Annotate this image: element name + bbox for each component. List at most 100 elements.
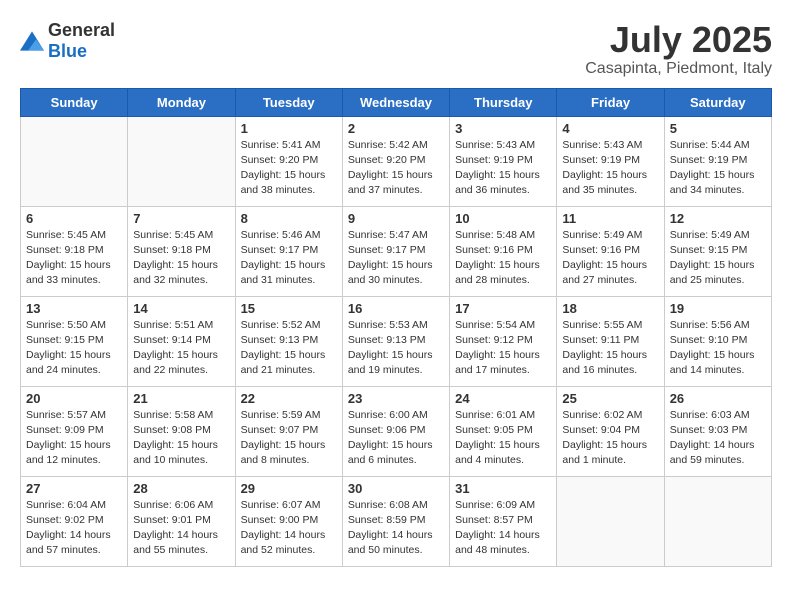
calendar-cell: 3 Sunrise: 5:43 AM Sunset: 9:19 PM Daylig…	[450, 116, 557, 206]
day-number: 31	[455, 481, 551, 496]
calendar-cell	[128, 116, 235, 206]
weekday-header-cell: Tuesday	[235, 88, 342, 116]
day-number: 18	[562, 301, 658, 316]
day-number: 19	[670, 301, 766, 316]
calendar-cell: 8Sunrise: 5:46 AM Sunset: 9:17 PM Daylig…	[235, 206, 342, 296]
calendar-cell: 7 Sunrise: 5:45 AM Sunset: 9:18 PM Daylig…	[128, 206, 235, 296]
weekday-header-cell: Thursday	[450, 88, 557, 116]
day-number: 23	[348, 391, 444, 406]
day-info: Sunrise: 5:45 AM Sunset: 9:18 PM Dayligh…	[26, 228, 122, 289]
day-number: 2	[348, 121, 444, 136]
day-info: Sunrise: 6:04 AM Sunset: 9:02 PM Dayligh…	[26, 498, 122, 559]
calendar-cell: 23 Sunrise: 6:00 AM Sunset: 9:06 PM Dayli…	[342, 386, 449, 476]
calendar-cell	[21, 116, 128, 206]
day-info: Sunrise: 6:01 AM Sunset: 9:05 PM Dayligh…	[455, 408, 551, 469]
location-title: Casapinta, Piedmont, Italy	[585, 60, 772, 78]
day-info: Sunrise: 6:08 AM Sunset: 8:59 PM Dayligh…	[348, 498, 444, 559]
day-info: Sunrise: 5:43 AM Sunset: 9:19 PM Dayligh…	[455, 138, 551, 199]
calendar-cell: 30Sunrise: 6:08 AM Sunset: 8:59 PM Dayli…	[342, 476, 449, 566]
calendar-cell: 28 Sunrise: 6:06 AM Sunset: 9:01 PM Dayli…	[128, 476, 235, 566]
day-info: Sunrise: 5:52 AM Sunset: 9:13 PM Dayligh…	[241, 318, 337, 379]
day-info: Sunrise: 5:41 AM Sunset: 9:20 PM Dayligh…	[241, 138, 337, 199]
calendar-cell: 24 Sunrise: 6:01 AM Sunset: 9:05 PM Dayli…	[450, 386, 557, 476]
day-info: Sunrise: 6:00 AM Sunset: 9:06 PM Dayligh…	[348, 408, 444, 469]
calendar-cell: 9 Sunrise: 5:47 AM Sunset: 9:17 PM Daylig…	[342, 206, 449, 296]
calendar-cell: 20 Sunrise: 5:57 AM Sunset: 9:09 PM Dayli…	[21, 386, 128, 476]
day-info: Sunrise: 5:46 AM Sunset: 9:17 PM Dayligh…	[241, 228, 337, 289]
logo-general: General	[48, 20, 115, 40]
calendar-cell: 18Sunrise: 5:55 AM Sunset: 9:11 PM Dayli…	[557, 296, 664, 386]
day-number: 7	[133, 211, 229, 226]
day-number: 9	[348, 211, 444, 226]
day-number: 3	[455, 121, 551, 136]
calendar-cell: 12 Sunrise: 5:49 AM Sunset: 9:15 PM Dayli…	[664, 206, 771, 296]
calendar-cell: 29 Sunrise: 6:07 AM Sunset: 9:00 PM Dayli…	[235, 476, 342, 566]
day-number: 16	[348, 301, 444, 316]
day-number: 24	[455, 391, 551, 406]
calendar-cell: 19 Sunrise: 5:56 AM Sunset: 9:10 PM Dayli…	[664, 296, 771, 386]
weekday-header-cell: Monday	[128, 88, 235, 116]
calendar-week-row: 6 Sunrise: 5:45 AM Sunset: 9:18 PM Daylig…	[21, 206, 772, 296]
calendar-cell: 6 Sunrise: 5:45 AM Sunset: 9:18 PM Daylig…	[21, 206, 128, 296]
calendar-week-row: 1 Sunrise: 5:41 AM Sunset: 9:20 PM Daylig…	[21, 116, 772, 206]
day-info: Sunrise: 5:49 AM Sunset: 9:15 PM Dayligh…	[670, 228, 766, 289]
logo-icon	[20, 31, 44, 51]
day-number: 27	[26, 481, 122, 496]
weekday-header-cell: Wednesday	[342, 88, 449, 116]
calendar-cell: 1 Sunrise: 5:41 AM Sunset: 9:20 PM Daylig…	[235, 116, 342, 206]
day-number: 4	[562, 121, 658, 136]
day-info: Sunrise: 5:56 AM Sunset: 9:10 PM Dayligh…	[670, 318, 766, 379]
day-number: 1	[241, 121, 337, 136]
day-info: Sunrise: 5:57 AM Sunset: 9:09 PM Dayligh…	[26, 408, 122, 469]
calendar-cell: 27 Sunrise: 6:04 AM Sunset: 9:02 PM Dayli…	[21, 476, 128, 566]
title-area: July 2025 Casapinta, Piedmont, Italy	[585, 20, 772, 78]
day-number: 13	[26, 301, 122, 316]
weekday-header-row: SundayMondayTuesdayWednesdayThursdayFrid…	[21, 88, 772, 116]
day-number: 21	[133, 391, 229, 406]
weekday-header-cell: Sunday	[21, 88, 128, 116]
day-info: Sunrise: 6:09 AM Sunset: 8:57 PM Dayligh…	[455, 498, 551, 559]
calendar-week-row: 27 Sunrise: 6:04 AM Sunset: 9:02 PM Dayli…	[21, 476, 772, 566]
day-info: Sunrise: 6:03 AM Sunset: 9:03 PM Dayligh…	[670, 408, 766, 469]
page-header: General Blue July 2025 Casapinta, Piedmo…	[20, 20, 772, 78]
calendar-cell	[557, 476, 664, 566]
day-number: 5	[670, 121, 766, 136]
weekday-header-cell: Saturday	[664, 88, 771, 116]
calendar-body: 1 Sunrise: 5:41 AM Sunset: 9:20 PM Daylig…	[21, 116, 772, 566]
calendar-cell: 10Sunrise: 5:48 AM Sunset: 9:16 PM Dayli…	[450, 206, 557, 296]
calendar-cell: 26 Sunrise: 6:03 AM Sunset: 9:03 PM Dayli…	[664, 386, 771, 476]
calendar-cell	[664, 476, 771, 566]
calendar-cell: 15 Sunrise: 5:52 AM Sunset: 9:13 PM Dayli…	[235, 296, 342, 386]
calendar-cell: 2 Sunrise: 5:42 AM Sunset: 9:20 PM Daylig…	[342, 116, 449, 206]
calendar-week-row: 20 Sunrise: 5:57 AM Sunset: 9:09 PM Dayli…	[21, 386, 772, 476]
calendar-cell: 14Sunrise: 5:51 AM Sunset: 9:14 PM Dayli…	[128, 296, 235, 386]
day-number: 20	[26, 391, 122, 406]
day-info: Sunrise: 5:58 AM Sunset: 9:08 PM Dayligh…	[133, 408, 229, 469]
day-number: 26	[670, 391, 766, 406]
day-number: 29	[241, 481, 337, 496]
day-number: 15	[241, 301, 337, 316]
day-info: Sunrise: 5:47 AM Sunset: 9:17 PM Dayligh…	[348, 228, 444, 289]
day-info: Sunrise: 5:44 AM Sunset: 9:19 PM Dayligh…	[670, 138, 766, 199]
calendar-week-row: 13Sunrise: 5:50 AM Sunset: 9:15 PM Dayli…	[21, 296, 772, 386]
day-number: 11	[562, 211, 658, 226]
day-info: Sunrise: 6:07 AM Sunset: 9:00 PM Dayligh…	[241, 498, 337, 559]
day-info: Sunrise: 5:54 AM Sunset: 9:12 PM Dayligh…	[455, 318, 551, 379]
day-info: Sunrise: 5:45 AM Sunset: 9:18 PM Dayligh…	[133, 228, 229, 289]
calendar-cell: 4Sunrise: 5:43 AM Sunset: 9:19 PM Daylig…	[557, 116, 664, 206]
calendar-cell: 25Sunrise: 6:02 AM Sunset: 9:04 PM Dayli…	[557, 386, 664, 476]
calendar-cell: 31 Sunrise: 6:09 AM Sunset: 8:57 PM Dayli…	[450, 476, 557, 566]
day-number: 12	[670, 211, 766, 226]
day-info: Sunrise: 6:06 AM Sunset: 9:01 PM Dayligh…	[133, 498, 229, 559]
day-info: Sunrise: 5:48 AM Sunset: 9:16 PM Dayligh…	[455, 228, 551, 289]
calendar-cell: 16Sunrise: 5:53 AM Sunset: 9:13 PM Dayli…	[342, 296, 449, 386]
logo: General Blue	[20, 20, 115, 62]
day-number: 28	[133, 481, 229, 496]
day-info: Sunrise: 5:42 AM Sunset: 9:20 PM Dayligh…	[348, 138, 444, 199]
calendar-table: SundayMondayTuesdayWednesdayThursdayFrid…	[20, 88, 772, 567]
calendar-cell: 11Sunrise: 5:49 AM Sunset: 9:16 PM Dayli…	[557, 206, 664, 296]
day-number: 17	[455, 301, 551, 316]
day-number: 14	[133, 301, 229, 316]
month-title: July 2025	[585, 20, 772, 60]
day-number: 6	[26, 211, 122, 226]
